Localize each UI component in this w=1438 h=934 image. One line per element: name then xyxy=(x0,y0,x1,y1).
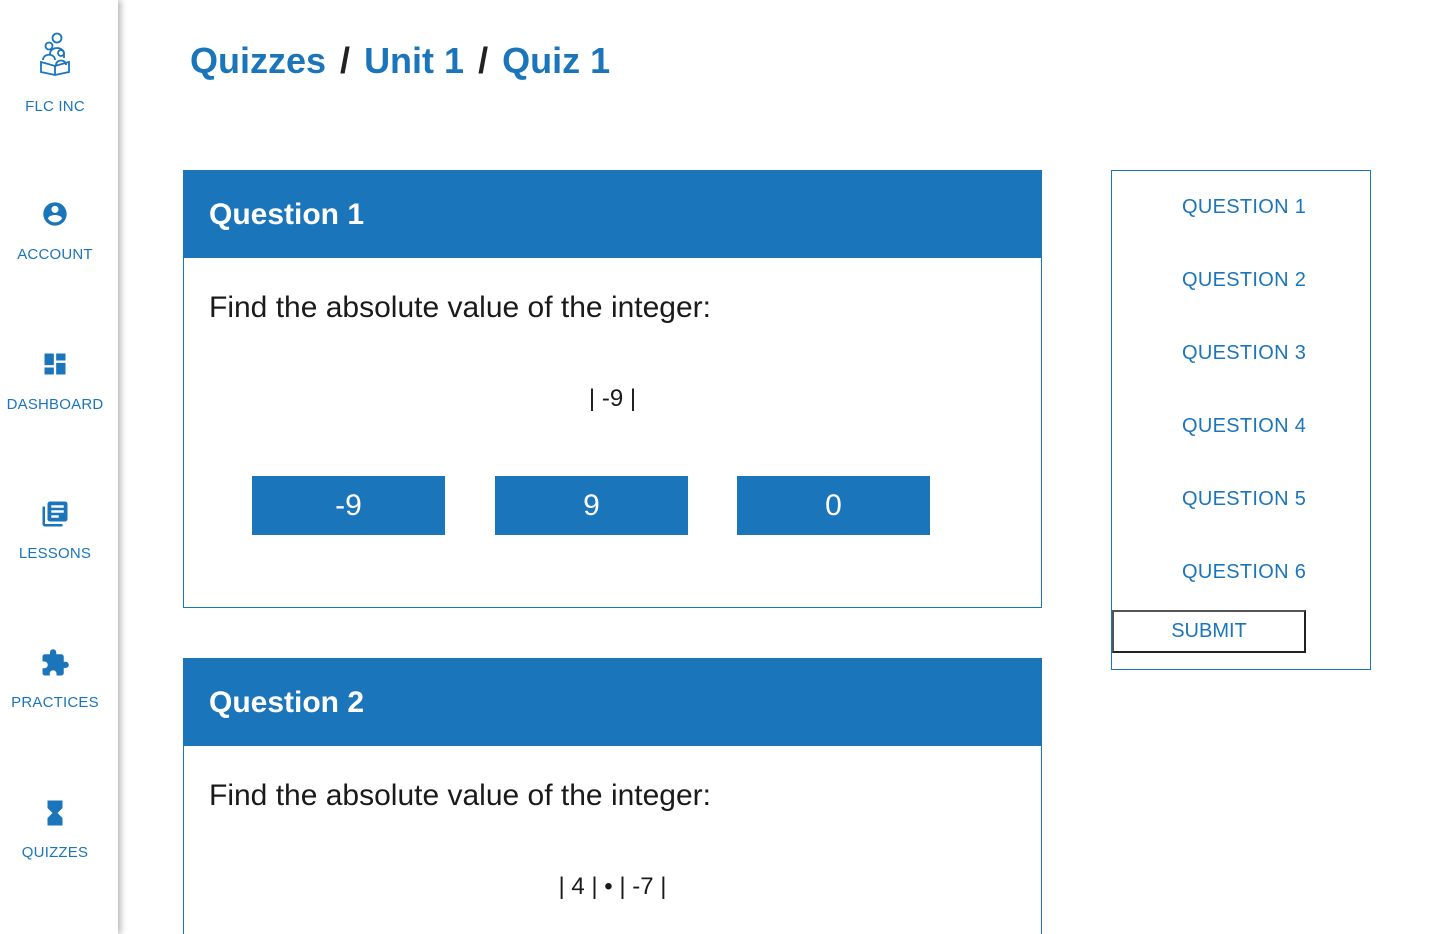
dashboard-icon xyxy=(44,353,66,375)
question-card-2: Question 2 Find the absolute value of th… xyxy=(183,658,1042,934)
breadcrumb-separator: / xyxy=(340,40,351,81)
question-prompt: Find the absolute value of the integer: xyxy=(209,779,712,812)
sidebar-item-quizzes[interactable]: QUIZZES xyxy=(0,798,110,861)
question-title: Question 2 xyxy=(184,659,1041,746)
hourglass-icon xyxy=(47,800,63,826)
sidebar-item-label: DASHBOARD xyxy=(6,396,104,413)
sidebar-item-practices[interactable]: PRACTICES xyxy=(0,648,110,711)
sidebar-item-lessons[interactable]: LESSONS xyxy=(0,499,110,562)
sidebar-item-label: FLC INC xyxy=(25,98,85,115)
sidebar-item-label: PRACTICES xyxy=(11,694,99,711)
breadcrumb-separator: / xyxy=(478,40,489,81)
breadcrumb: Quizzes / Unit 1 / Quiz 1 xyxy=(190,40,610,82)
sidebar: FLC INC ACCOUNT DASHBOARD LESSONS PRACTI… xyxy=(0,0,118,934)
sidebar-item-flc-inc[interactable]: FLC INC xyxy=(0,32,110,115)
breadcrumb-quiz[interactable]: Quiz 1 xyxy=(502,40,610,81)
sidebar-item-label: QUIZZES xyxy=(21,844,89,861)
submit-button[interactable]: SUBMIT xyxy=(1112,610,1306,653)
question-nav-item[interactable]: QUESTION 6 xyxy=(1112,561,1370,584)
question-card-1: Question 1 Find the absolute value of th… xyxy=(183,170,1042,608)
answer-button[interactable]: -9 xyxy=(252,476,445,535)
question-nav-item[interactable]: QUESTION 2 xyxy=(1112,269,1370,292)
family-logo-icon xyxy=(40,32,70,76)
question-nav-item[interactable]: QUESTION 4 xyxy=(1112,415,1370,438)
breadcrumb-unit[interactable]: Unit 1 xyxy=(364,40,464,81)
puzzle-piece-icon xyxy=(42,649,69,676)
question-title: Question 1 xyxy=(184,171,1041,258)
answer-button[interactable]: 9 xyxy=(495,476,688,535)
question-nav-item[interactable]: QUESTION 3 xyxy=(1112,342,1370,365)
account-circle-icon xyxy=(43,202,67,226)
sidebar-item-label: ACCOUNT xyxy=(17,246,93,263)
question-expression: | 4 | • | -7 | xyxy=(558,873,667,900)
breadcrumb-quizzes[interactable]: Quizzes xyxy=(190,40,326,81)
sidebar-item-label: LESSONS xyxy=(18,545,92,562)
library-books-icon xyxy=(42,501,68,527)
question-expression: | -9 | xyxy=(588,385,637,412)
answer-button[interactable]: 0 xyxy=(737,476,930,535)
sidebar-item-account[interactable]: ACCOUNT xyxy=(0,200,110,263)
question-prompt: Find the absolute value of the integer: xyxy=(209,291,712,324)
question-nav-item[interactable]: QUESTION 5 xyxy=(1112,488,1370,511)
sidebar-item-dashboard[interactable]: DASHBOARD xyxy=(0,350,110,413)
question-nav-item[interactable]: QUESTION 1 xyxy=(1112,196,1370,219)
question-nav-panel: QUESTION 1 QUESTION 2 QUESTION 3 QUESTIO… xyxy=(1111,170,1371,670)
